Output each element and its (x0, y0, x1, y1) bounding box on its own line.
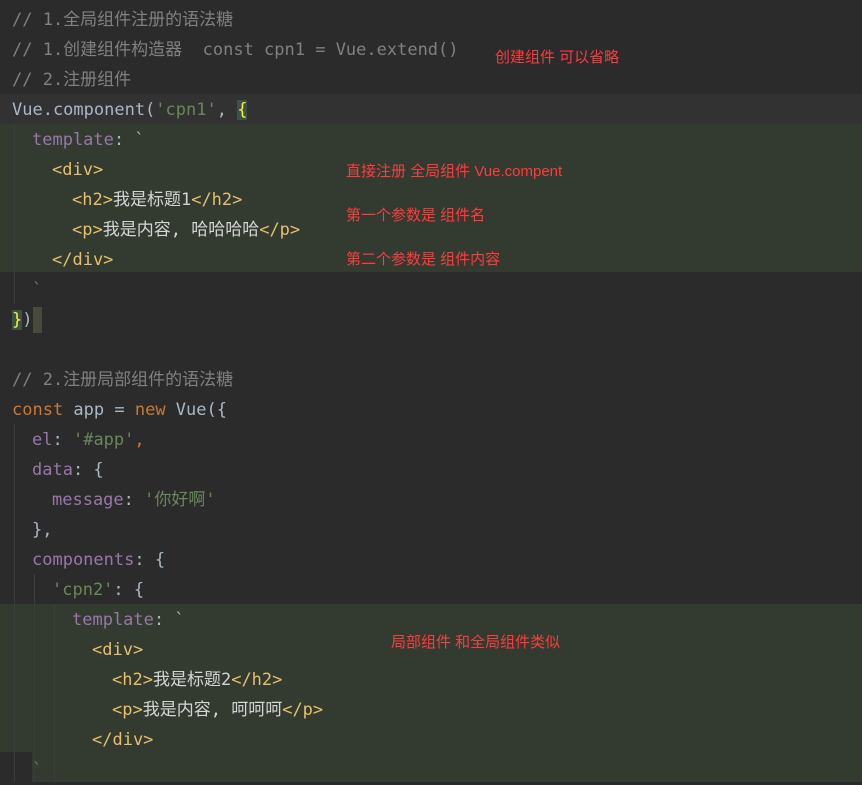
code-line: // 2.注册局部组件的语法糖 (12, 370, 234, 390)
code-line: // 2.注册组件 (12, 70, 132, 90)
template-highlight-tail (32, 752, 862, 782)
code-line: el: '#app', (32, 430, 145, 450)
indent-guide (14, 124, 15, 304)
code-line: const app = new Vue({ (12, 400, 227, 420)
code-line: data: { (32, 460, 104, 480)
code-line: Vue.component('cpn1', { (12, 100, 248, 120)
code-line: components: { (32, 550, 166, 570)
indent-guide (54, 604, 55, 782)
code-line: <div> (92, 640, 144, 660)
code-line: // 1.创建组件构造器 const cpn1 = Vue.extend() (12, 40, 459, 60)
code-line: 'cpn2': { (52, 580, 145, 600)
annotation-global-register: 直接注册 全局组件 Vue.compent (346, 163, 563, 180)
code-line: ` (32, 760, 43, 780)
code-line: ` (32, 280, 43, 300)
annotation-local-component: 局部组件 和全局组件类似 (391, 634, 561, 651)
annotation-second-param: 第二个参数是 组件内容 (346, 251, 501, 268)
code-line: template: ` (32, 130, 145, 150)
indent-guide (14, 424, 15, 782)
code-line: </div> (52, 250, 114, 270)
code-editor[interactable]: // 1.全局组件注册的语法糖 // 1.创建组件构造器 const cpn1 … (0, 0, 862, 782)
indent-guide (34, 574, 35, 782)
code-line: <div> (52, 160, 104, 180)
code-line: <h2>我是标题1</h2> (72, 190, 243, 210)
code-line: // 1.全局组件注册的语法糖 (12, 10, 234, 30)
code-line: }) (12, 305, 42, 335)
code-line: }, (32, 520, 53, 540)
annotation-first-param: 第一个参数是 组件名 (346, 207, 486, 224)
code-line: <h2>我是标题2</h2> (112, 670, 283, 690)
code-line: template: ` (72, 610, 185, 630)
code-line: message: '你好啊' (52, 490, 216, 510)
code-line: </div> (92, 730, 154, 750)
code-line: <p>我是内容, 呵呵呵</p> (112, 700, 324, 720)
annotation-extend-optional: 创建组件 可以省略 (495, 49, 620, 66)
code-line: <p>我是内容, 哈哈哈哈</p> (72, 220, 301, 240)
